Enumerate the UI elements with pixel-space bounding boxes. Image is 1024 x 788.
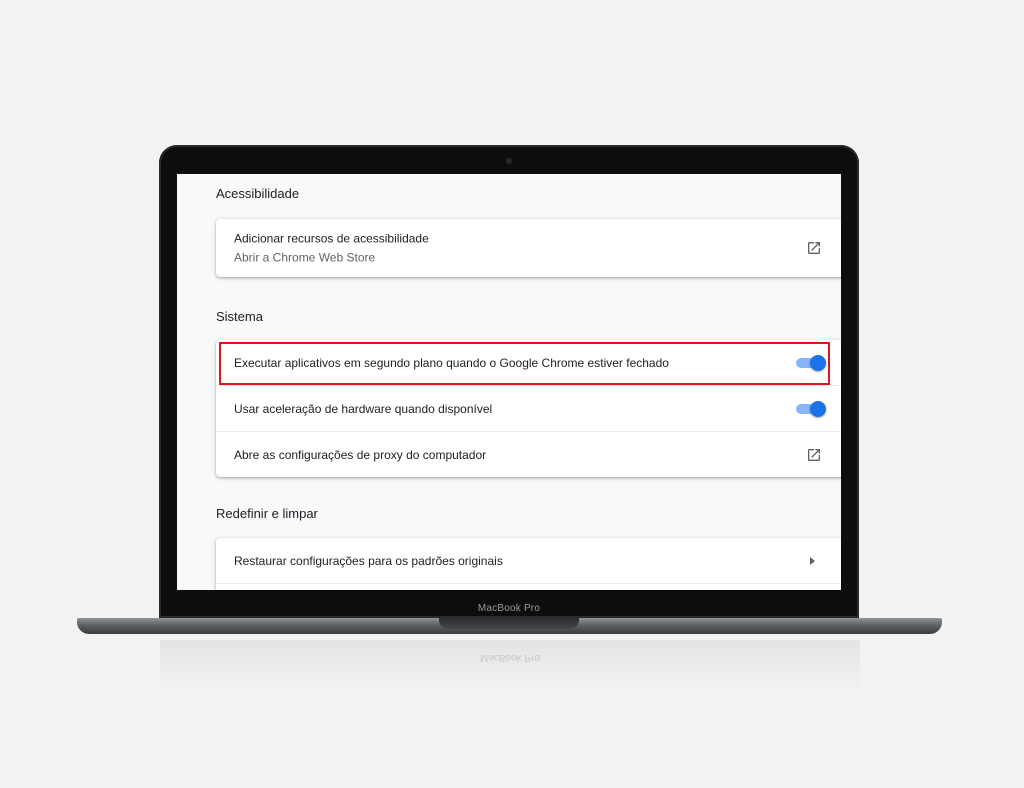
open-in-new-icon[interactable] [806,240,822,256]
reset-card: Restaurar configurações para os padrões … [216,538,841,590]
laptop-reflection [160,640,860,690]
background-apps-toggle[interactable] [796,354,826,371]
background-apps-row[interactable]: Executar aplicativos em segundo plano qu… [216,340,841,385]
add-accessibility-features-title: Adicionar recursos de acessibilidade [234,231,429,246]
proxy-settings-row[interactable]: Abre as configurações de proxy do comput… [216,431,841,477]
toggle-knob [810,354,826,371]
proxy-settings-label: Abre as configurações de proxy do comput… [234,447,487,462]
background-apps-label: Executar aplicativos em segundo plano qu… [234,355,669,370]
hardware-acceleration-label: Usar aceleração de hardware quando dispo… [234,401,493,416]
section-title-reset: Redefinir e limpar [216,506,318,521]
laptop-notch [439,618,579,629]
restore-defaults-label: Restaurar configurações para os padrões … [234,553,503,568]
add-accessibility-features-row[interactable]: Adicionar recursos de acessibilidade Abr… [216,219,841,277]
restore-defaults-row[interactable]: Restaurar configurações para os padrões … [216,538,841,583]
system-card: Executar aplicativos em segundo plano qu… [216,340,841,477]
cleanup-row[interactable] [216,583,841,590]
add-accessibility-features-label: Adicionar recursos de acessibilidade Abr… [234,232,429,265]
chrome-settings-screen: Acessibilidade Adicionar recursos de ace… [177,174,841,590]
camera-icon [506,158,512,164]
brand-label: MacBook Pro [477,603,541,614]
reflection-brand-label: MacBook Pro [479,652,541,663]
open-web-store-sublabel: Abrir a Chrome Web Store [234,250,376,265]
laptop-mockup: MacBook Pro Acessibilidade Adicionar rec… [0,0,1024,788]
section-title-system: Sistema [216,309,263,324]
section-title-accessibility: Acessibilidade [216,186,300,201]
open-in-new-icon[interactable] [806,447,822,463]
chevron-right-icon[interactable] [810,556,815,565]
toggle-knob [810,400,826,417]
hardware-acceleration-row[interactable]: Usar aceleração de hardware quando dispo… [216,385,841,431]
hardware-acceleration-toggle[interactable] [796,400,826,417]
accessibility-card: Adicionar recursos de acessibilidade Abr… [216,219,841,277]
